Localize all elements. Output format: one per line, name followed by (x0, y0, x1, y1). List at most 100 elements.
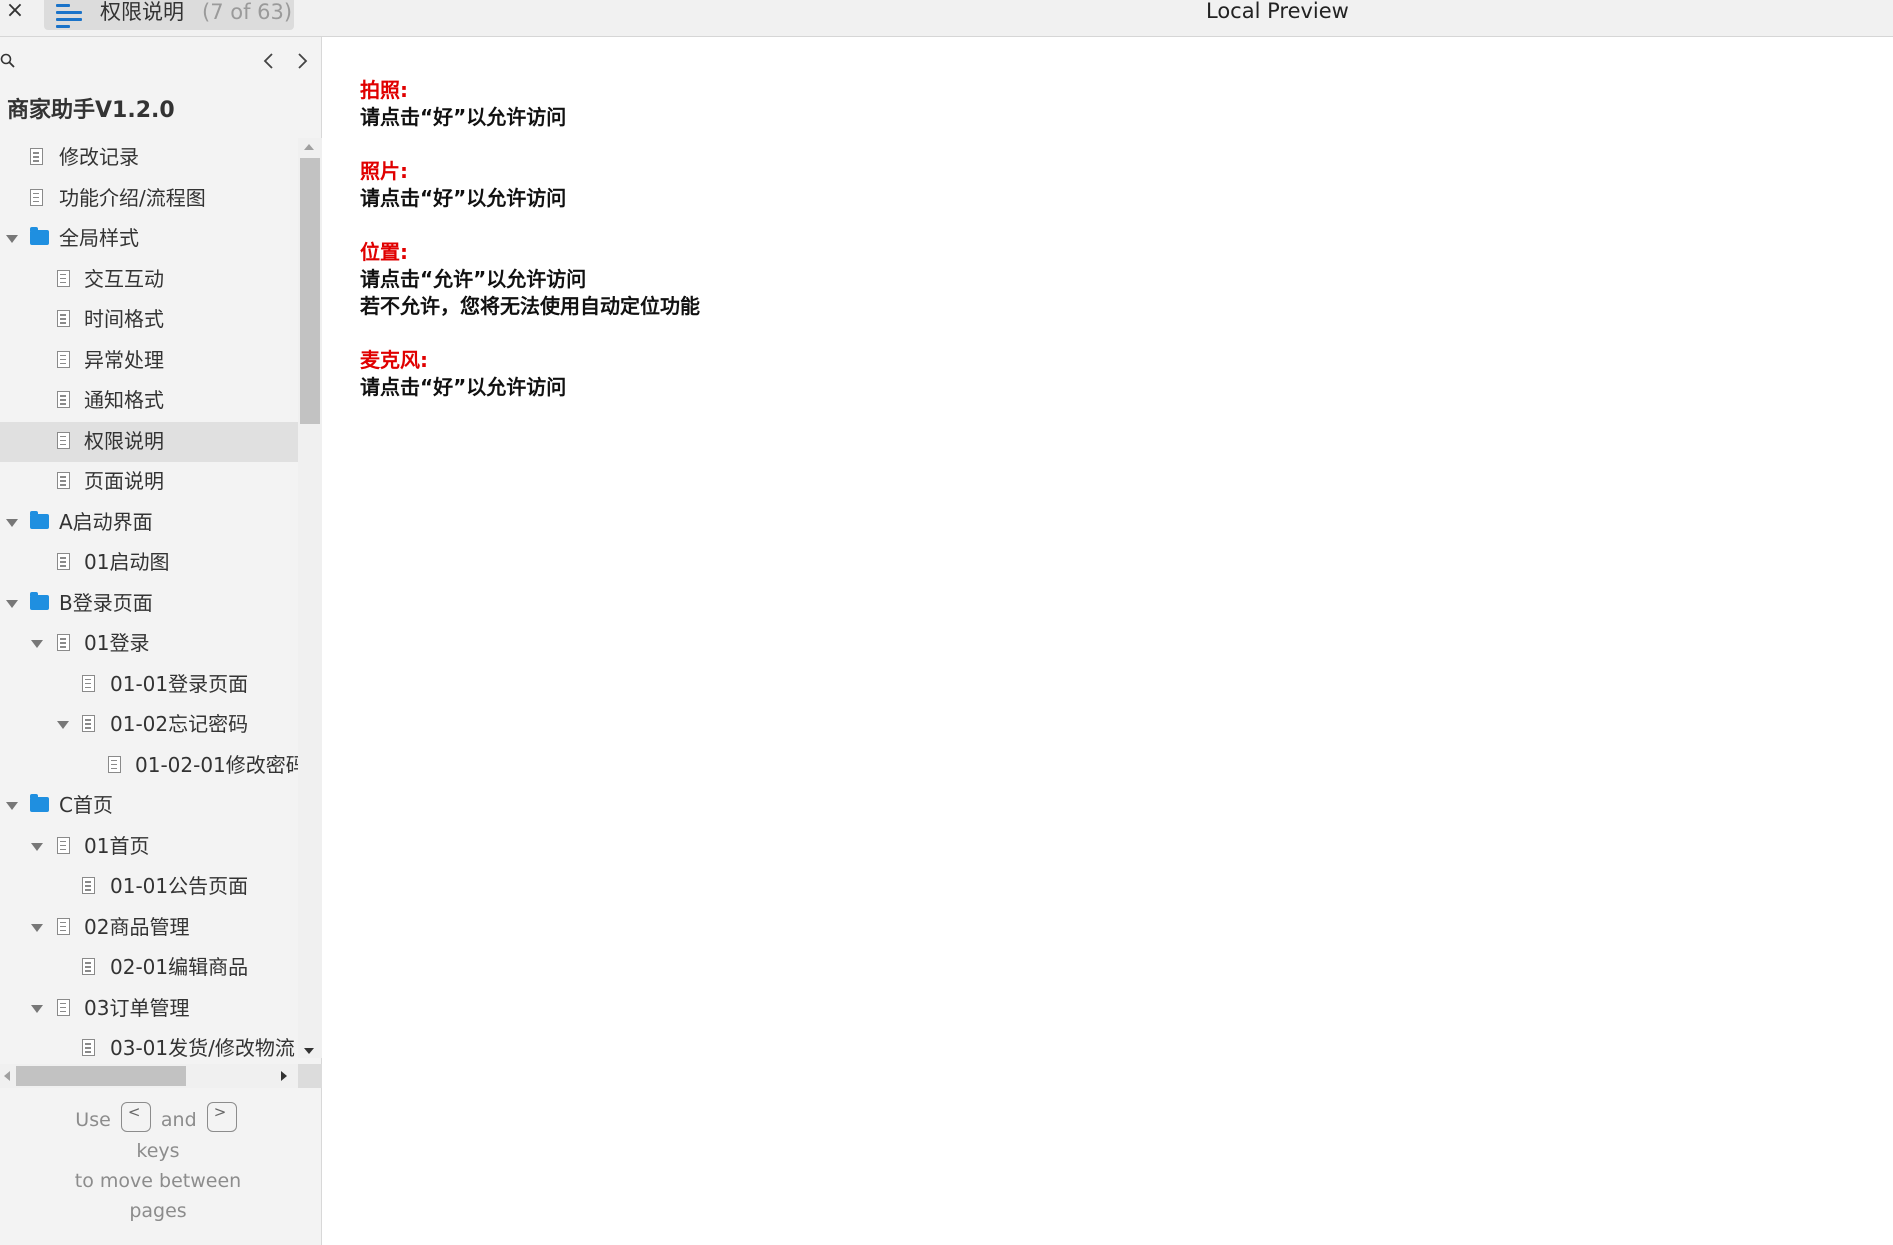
caret-down-icon[interactable] (6, 599, 18, 608)
tree-item[interactable]: 01登录 (0, 624, 298, 664)
permission-title: 麦克风: (360, 348, 428, 372)
scroll-down-arrow-icon[interactable] (304, 1048, 314, 1054)
page-tree: 修改记录 功能介绍/流程图 全局样式交互互动时间格式异常处理通知格式权限说明 页面说明… (0, 138, 298, 1068)
tree-item[interactable]: 01启动图 (0, 543, 298, 583)
tree-item[interactable]: 02-01编辑商品 (0, 948, 298, 988)
document-icon (108, 755, 121, 773)
document-icon (57, 472, 70, 489)
tree-item-label: 01-02忘记密码 (110, 712, 249, 736)
document-icon (57, 998, 70, 1016)
next-key-icon: > (206, 1101, 237, 1132)
tree-item[interactable]: 交互互动 (0, 260, 298, 300)
close-icon[interactable]: × (4, 0, 26, 26)
permission-block: 拍照: 请点击“好”以允许访问 (360, 77, 1860, 131)
hint-use: Use (75, 1109, 111, 1131)
tree-item[interactable]: 01-01登录页面 (0, 665, 298, 705)
tree-item-label: 02商品管理 (84, 914, 190, 939)
preview-content: 拍照: 请点击“好”以允许访问 照片: 请点击“好”以允许访问 位置: 请点击“允许”以允… (360, 77, 1860, 428)
caret-down-icon[interactable] (6, 802, 18, 810)
chevron-left-icon[interactable] (258, 49, 280, 73)
document-icon (82, 715, 95, 732)
caret-down-icon[interactable] (6, 518, 18, 527)
caret-down-icon[interactable] (6, 235, 18, 243)
hint-pages: pages (129, 1199, 187, 1222)
caret-down-icon[interactable] (31, 1004, 43, 1013)
document-icon (57, 391, 70, 408)
permission-block: 位置: 请点击“允许”以允许访问 若不允许，您将无法使用自动定位功能 (360, 239, 1860, 320)
hint-and: and (160, 1109, 197, 1131)
folder-icon (30, 227, 49, 245)
scroll-right-arrow-icon[interactable] (281, 1071, 287, 1081)
tree-vertical-scrollbar[interactable] (298, 138, 322, 1058)
document-icon (30, 188, 43, 206)
tree-item-label: 01首页 (84, 833, 150, 858)
tree-item[interactable]: 02商品管理 (0, 908, 298, 948)
tree-horizontal-scrollbar[interactable] (0, 1064, 322, 1088)
tree-item-label: 01-02-01修改密码 (135, 752, 298, 777)
tree-item-label: 03订单管理 (84, 995, 190, 1020)
window-title: Local Preview (1206, 0, 1349, 23)
tree-item-label: 02-01编辑商品 (110, 955, 249, 979)
tree-item[interactable]: 全局样式 (0, 219, 298, 259)
permission-title: 照片: (360, 159, 408, 183)
document-icon (57, 350, 70, 368)
tree-item[interactable]: 01首页 (0, 827, 298, 867)
tree-item[interactable]: 功能介绍/流程图 (0, 179, 298, 219)
tab-page-title: 权限说明 (100, 0, 184, 24)
keyboard-hint: Use < and > keys to move between pages (0, 1101, 316, 1226)
hint-to-move: to move between (74, 1169, 242, 1192)
document-icon (57, 431, 70, 449)
tree-item[interactable]: 时间格式 (0, 300, 298, 340)
tree-item[interactable]: A启动界面 (0, 503, 298, 543)
hamburger-menu-icon[interactable] (56, 2, 82, 28)
tree-item-label: 01启动图 (84, 550, 170, 574)
document-icon (30, 148, 43, 165)
permission-block: 照片: 请点击“好”以允许访问 (360, 158, 1860, 212)
scrollbar-thumb[interactable] (16, 1066, 186, 1086)
tree-item-label: C首页 (59, 793, 113, 817)
tree-item-label: B登录页面 (59, 590, 153, 615)
page-tab[interactable]: 权限说明 (7 of 63) (44, 0, 294, 30)
search-icon[interactable] (0, 53, 16, 69)
scroll-up-arrow-icon[interactable] (304, 144, 314, 150)
tree-item[interactable]: 03订单管理 (0, 989, 298, 1029)
sidebar: 商家助手V1.2.0 修改记录 功能介绍/流程图 全局样式 交互互动 时间格式 异常处理通… (0, 37, 322, 1245)
permission-block: 麦克风: 请点击“好”以允许访问 (360, 347, 1860, 401)
tree-item[interactable]: 通知格式 (0, 381, 298, 421)
tree-item-label: 01-01登录页面 (110, 671, 249, 696)
tree-item[interactable]: 03-01发货/修改物流 (0, 1029, 298, 1068)
tree-item[interactable]: 页面说明 (0, 462, 298, 502)
document-icon (57, 917, 70, 935)
tree-item-label: 异常处理 (84, 347, 164, 372)
tree-item[interactable]: 异常处理 (0, 341, 298, 381)
top-bar: × 权限说明 (7 of 63) Local Preview (0, 0, 1893, 37)
tree-item[interactable]: B登录页面 (0, 584, 298, 624)
tree-item-label: 01-01公告页面 (110, 874, 249, 898)
caret-down-icon[interactable] (31, 923, 43, 932)
scrollbar-thumb[interactable] (300, 158, 320, 424)
caret-down-icon[interactable] (57, 721, 69, 729)
caret-down-icon[interactable] (31, 842, 43, 851)
tree-item[interactable]: 修改记录 (0, 138, 298, 178)
tree-item[interactable]: 01-01公告页面 (0, 867, 298, 907)
tree-item-label: 通知格式 (84, 388, 164, 412)
permission-text: 请点击“允许”以允许访问 (360, 267, 587, 291)
tree-item-label: 03-01发货/修改物流 (110, 1036, 295, 1060)
tree-item[interactable]: 01-02-01修改密码 (0, 746, 298, 786)
tree-item-label: 交互互动 (84, 266, 164, 291)
tree-item[interactable]: 权限说明 (0, 421, 298, 462)
permission-text: 请点击“好”以允许访问 (360, 375, 567, 399)
folder-icon (30, 794, 49, 812)
tree-item[interactable]: C首页 (0, 786, 298, 826)
prev-key-icon: < (120, 1101, 151, 1132)
tree-item[interactable]: 01-02忘记密码 (0, 705, 298, 745)
folder-icon (30, 510, 49, 529)
chevron-right-icon[interactable] (291, 49, 313, 73)
document-icon (57, 836, 70, 854)
scroll-left-arrow-icon[interactable] (4, 1071, 10, 1081)
permission-text: 请点击“好”以允许访问 (360, 186, 567, 210)
document-icon (82, 1039, 95, 1056)
caret-down-icon[interactable] (31, 640, 43, 648)
document-icon (57, 310, 70, 327)
hint-keys: keys (136, 1139, 180, 1162)
